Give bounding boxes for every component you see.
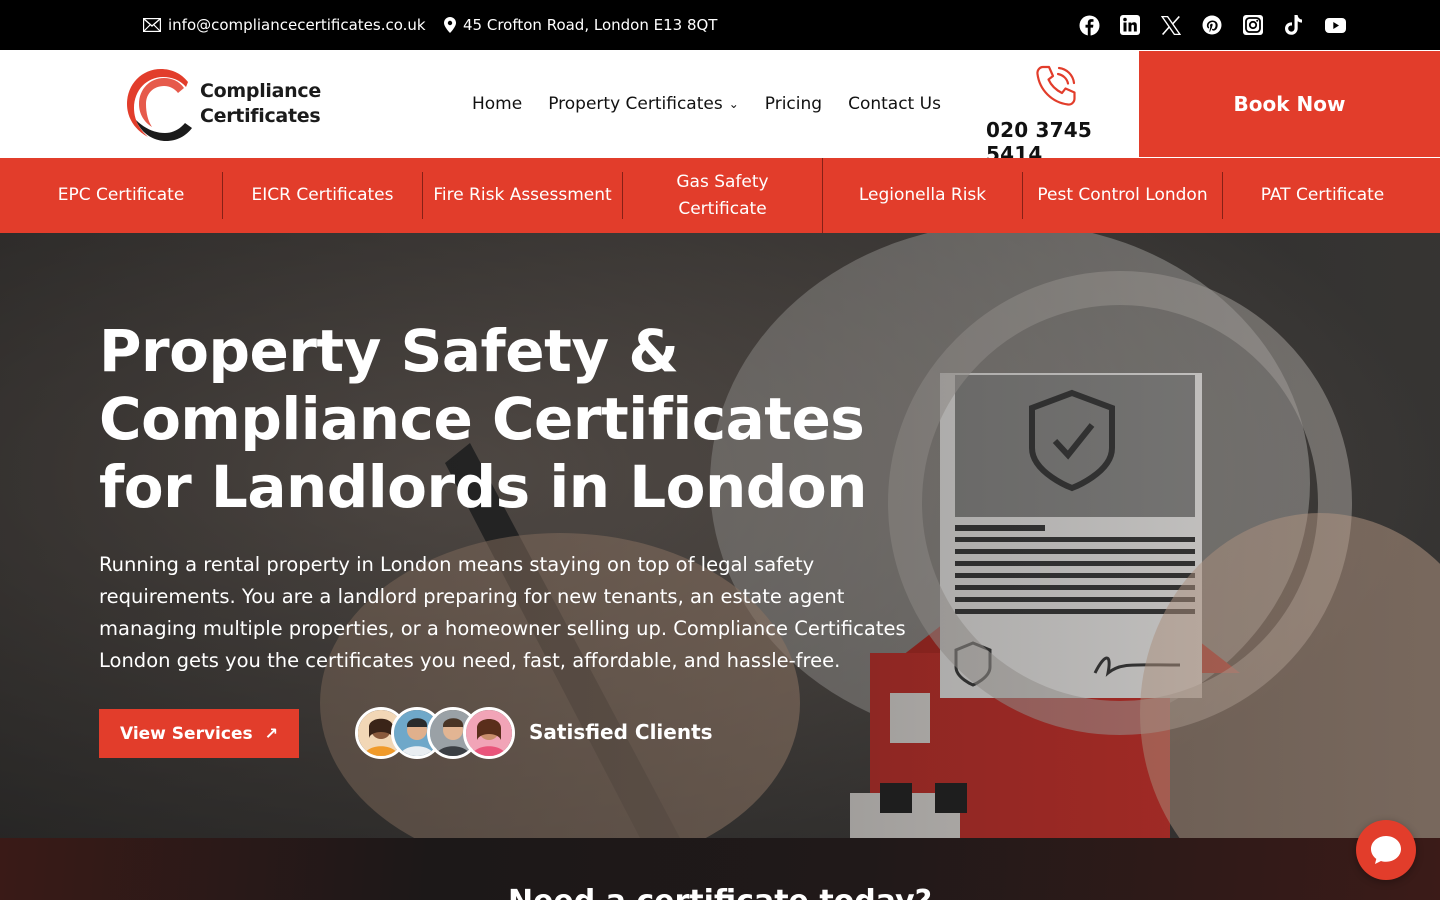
site-logo[interactable]: Compliance Certificates	[126, 68, 326, 142]
chevron-down-icon: ⌄	[728, 97, 739, 111]
nav-pricing[interactable]: Pricing	[765, 94, 822, 114]
youtube-icon[interactable]	[1324, 14, 1346, 36]
nav-home-label: Home	[472, 94, 523, 114]
hero-title: Property Safety & Compliance Certificate…	[99, 317, 867, 521]
avatar	[463, 707, 515, 759]
service-legionella[interactable]: Legionella Risk	[823, 158, 1022, 233]
top-bar: info@compliancecertificates.co.uk 45 Cro…	[0, 0, 1440, 50]
services-bar: EPC Certificate EICR Certificates Fire R…	[0, 158, 1440, 233]
nav-contact-label: Contact Us	[848, 94, 941, 114]
service-fire-risk-label: Fire Risk Assessment	[433, 185, 612, 205]
service-epc[interactable]: EPC Certificate	[0, 158, 222, 233]
chat-bubble-icon	[1371, 836, 1401, 864]
cta-section: Need a certificate today?	[0, 838, 1440, 900]
service-pest-control-label: Pest Control London	[1037, 185, 1208, 205]
service-eicr-label: EICR Certificates	[251, 185, 394, 205]
nav-pricing-label: Pricing	[764, 94, 823, 114]
service-legionella-label: Legionella Risk	[858, 185, 987, 205]
logo-text-line1: Compliance	[200, 80, 321, 102]
nav-home[interactable]: Home	[472, 94, 522, 114]
main-nav: Home Property Certificates ⌄ Pricing Cont…	[472, 50, 967, 158]
location-pin-icon	[444, 17, 456, 33]
logo-text-line2: Certificates	[200, 105, 321, 127]
address-link[interactable]: 45 Crofton Road, London E13 8QT	[444, 0, 717, 50]
nav-property-certificates[interactable]: Property Certificates ⌄	[548, 94, 739, 114]
linkedin-icon[interactable]	[1119, 14, 1141, 36]
email-text: info@compliancecertificates.co.uk	[168, 16, 426, 34]
hero-description: Running a rental property in London mean…	[99, 553, 906, 672]
phone-icon	[1036, 65, 1076, 106]
service-gas-safety-label: Gas Safety Certificate	[676, 171, 769, 219]
social-links	[1078, 0, 1346, 50]
mail-icon	[143, 18, 161, 32]
service-gas-safety[interactable]: Gas Safety Certificate	[623, 158, 822, 233]
view-services-button[interactable]: View Services ↗	[99, 709, 299, 758]
nav-contact-us[interactable]: Contact Us	[848, 94, 941, 114]
address-text: 45 Crofton Road, London E13 8QT	[463, 16, 718, 34]
hero-section: Property Safety & Compliance Certificate…	[0, 233, 1440, 838]
service-fire-risk[interactable]: Fire Risk Assessment	[423, 158, 622, 233]
logo-mark-icon	[127, 69, 192, 141]
instagram-icon[interactable]	[1242, 14, 1264, 36]
email-link[interactable]: info@compliancecertificates.co.uk	[143, 0, 426, 50]
satisfied-clients-label: Satisfied Clients	[529, 720, 713, 744]
x-icon[interactable]	[1160, 14, 1182, 36]
nav-property-certificates-label: Property Certificates	[548, 94, 723, 114]
view-services-label: View Services	[119, 723, 253, 744]
tiktok-icon[interactable]	[1283, 14, 1305, 36]
facebook-icon[interactable]	[1078, 14, 1100, 36]
service-pat-label: PAT Certificate	[1260, 185, 1385, 205]
pinterest-icon[interactable]	[1201, 14, 1223, 36]
arrow-up-right-icon: ↗	[264, 724, 279, 743]
service-eicr[interactable]: EICR Certificates	[223, 158, 422, 233]
service-epc-label: EPC Certificate	[57, 185, 185, 205]
service-pat[interactable]: PAT Certificate	[1223, 158, 1422, 233]
service-pest-control[interactable]: Pest Control London	[1023, 158, 1222, 233]
phone-contact[interactable]: 020 3745 5414	[982, 50, 1134, 166]
book-now-button[interactable]: Book Now	[1139, 51, 1440, 157]
cta-heading: Need a certificate today?	[0, 884, 1440, 900]
chat-button[interactable]	[1356, 820, 1416, 880]
